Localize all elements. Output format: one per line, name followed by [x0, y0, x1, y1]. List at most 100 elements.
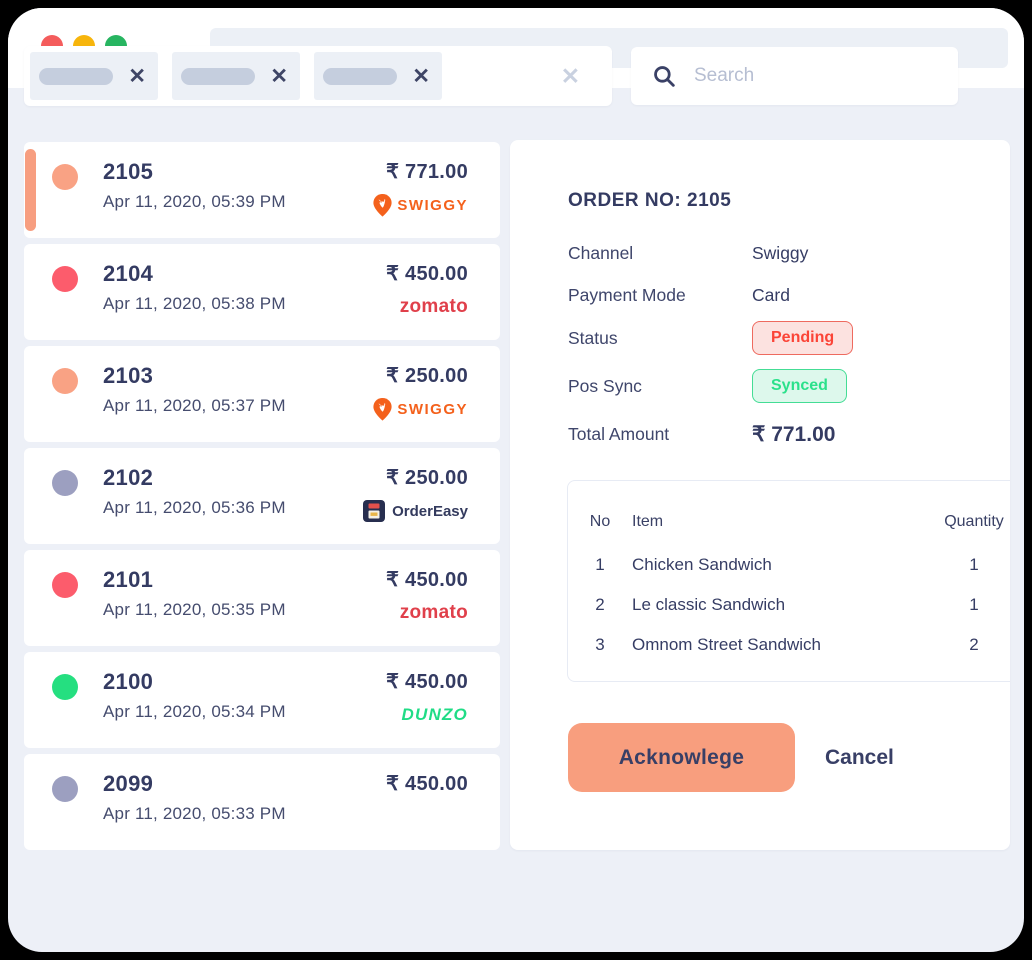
- remove-filter-icon[interactable]: ✕: [270, 66, 288, 87]
- field-channel: Channel Swiggy: [568, 239, 968, 267]
- order-number: 2102: [103, 465, 286, 491]
- ordereasy-wordmark: OrderEasy: [392, 503, 468, 520]
- dunzo-logo: DUNZO: [386, 703, 468, 727]
- item-name: Chicken Sandwich: [632, 555, 922, 575]
- order-status-dot: [52, 266, 78, 292]
- item-no: 3: [568, 635, 632, 655]
- order-number: 2105: [103, 159, 286, 185]
- order-amount: ₹ 450.00: [386, 567, 468, 592]
- item-name: Omnom Street Sandwich: [632, 635, 922, 655]
- order-datetime: Apr 11, 2020, 05:34 PM: [103, 702, 286, 722]
- order-detail-fields: Channel Swiggy Payment Mode Card Status …: [568, 239, 968, 449]
- order-list-item[interactable]: 2105 Apr 11, 2020, 05:39 PM ₹ 771.00 SWI…: [24, 142, 500, 238]
- order-datetime: Apr 11, 2020, 05:38 PM: [103, 294, 286, 314]
- field-label: Payment Mode: [568, 285, 752, 306]
- filter-chip[interactable]: ✕: [314, 52, 442, 100]
- no-channel-logo: [386, 805, 468, 829]
- field-payment-mode: Payment Mode Card: [568, 281, 968, 309]
- search-input[interactable]: [694, 65, 944, 87]
- swiggy-logo: SWIGGY: [373, 193, 468, 217]
- order-number: 2099: [103, 771, 286, 797]
- order-detail-title: ORDER NO: 2105: [568, 190, 731, 212]
- order-status-dot: [52, 572, 78, 598]
- field-label: Channel: [568, 243, 752, 264]
- swiggy-wordmark: SWIGGY: [397, 197, 468, 214]
- field-pos-sync: Pos Sync Synced: [568, 369, 968, 403]
- status-pending-badge: Pending: [752, 321, 853, 355]
- cancel-button[interactable]: Cancel: [825, 746, 894, 770]
- filter-chip-label-placeholder: [323, 68, 397, 85]
- item-quantity: 1: [922, 595, 1010, 615]
- order-amount: ₹ 450.00: [386, 261, 468, 286]
- order-list-item[interactable]: 2099 Apr 11, 2020, 05:33 PM ₹ 450.00: [24, 754, 500, 850]
- items-table-header: No Item Quantity: [568, 505, 1010, 539]
- table-row: 2 Le classic Sandwich 1: [568, 585, 1010, 625]
- order-number: 2100: [103, 669, 286, 695]
- filter-chip-label-placeholder: [39, 68, 113, 85]
- col-header-item: Item: [632, 513, 922, 531]
- field-total-amount: Total Amount ₹ 771.00: [568, 419, 968, 449]
- field-status: Status Pending: [568, 321, 968, 355]
- swiggy-wordmark: SWIGGY: [397, 401, 468, 418]
- zomato-wordmark: zomato: [400, 602, 468, 624]
- order-amount: ₹ 771.00: [373, 159, 468, 184]
- order-amount: ₹ 250.00: [363, 465, 468, 490]
- search-icon: [651, 63, 677, 89]
- remove-filter-icon[interactable]: ✕: [412, 66, 430, 87]
- item-no: 2: [568, 595, 632, 615]
- order-number: 2101: [103, 567, 286, 593]
- item-quantity: 2: [922, 635, 1010, 655]
- ordereasy-machine-icon: [363, 500, 385, 522]
- acknowledge-button[interactable]: Acknowlege: [568, 723, 795, 792]
- col-header-no: No: [568, 513, 632, 531]
- col-header-quantity: Quantity: [922, 513, 1010, 531]
- order-amount: ₹ 250.00: [373, 363, 468, 388]
- order-datetime: Apr 11, 2020, 05:33 PM: [103, 804, 286, 824]
- order-amount: ₹ 450.00: [386, 771, 468, 796]
- swiggy-logo: SWIGGY: [373, 397, 468, 421]
- order-list-item[interactable]: 2100 Apr 11, 2020, 05:34 PM ₹ 450.00 DUN…: [24, 652, 500, 748]
- order-list-item[interactable]: 2104 Apr 11, 2020, 05:38 PM ₹ 450.00 zom…: [24, 244, 500, 340]
- order-status-dot: [52, 674, 78, 700]
- item-quantity: 1: [922, 555, 1010, 575]
- order-number: 2104: [103, 261, 286, 287]
- order-number: 2103: [103, 363, 286, 389]
- order-status-dot: [52, 368, 78, 394]
- order-list: 2105 Apr 11, 2020, 05:39 PM ₹ 771.00 SWI…: [24, 142, 500, 850]
- dunzo-wordmark: DUNZO: [402, 705, 468, 725]
- total-amount-value: ₹ 771.00: [752, 422, 835, 447]
- order-list-item[interactable]: 2101 Apr 11, 2020, 05:35 PM ₹ 450.00 zom…: [24, 550, 500, 646]
- field-label: Status: [568, 328, 752, 349]
- clear-all-filters-icon[interactable]: ✕: [561, 65, 580, 88]
- zomato-logo: zomato: [386, 601, 468, 625]
- field-value: Swiggy: [752, 243, 808, 264]
- zomato-logo: zomato: [386, 295, 468, 319]
- order-status-dot: [52, 776, 78, 802]
- swiggy-pin-icon: [373, 398, 392, 421]
- order-status-dot: [52, 164, 78, 190]
- order-status-dot: [52, 470, 78, 496]
- order-datetime: Apr 11, 2020, 05:35 PM: [103, 600, 286, 620]
- remove-filter-icon[interactable]: ✕: [128, 66, 146, 87]
- table-row: 3 Omnom Street Sandwich 2: [568, 625, 1010, 665]
- order-datetime: Apr 11, 2020, 05:37 PM: [103, 396, 286, 416]
- order-actions: Acknowlege Cancel: [568, 723, 894, 792]
- order-list-item[interactable]: 2102 Apr 11, 2020, 05:36 PM ₹ 250.00 Ord…: [24, 448, 500, 544]
- field-value: Card: [752, 285, 790, 306]
- order-datetime: Apr 11, 2020, 05:39 PM: [103, 192, 286, 212]
- filter-chips-bar: ✕ ✕ ✕ ✕: [24, 46, 612, 106]
- swiggy-pin-icon: [373, 194, 392, 217]
- browser-window: ✕ ✕ ✕ ✕ 2105 Apr 11, 2020, 05:39 PM ₹ 77…: [8, 8, 1024, 952]
- filter-chip[interactable]: ✕: [30, 52, 158, 100]
- search-box: [631, 47, 958, 105]
- order-detail-panel: ORDER NO: 2105 Channel Swiggy Payment Mo…: [510, 140, 1010, 850]
- item-name: Le classic Sandwich: [632, 595, 922, 615]
- filter-chip-label-placeholder: [181, 68, 255, 85]
- order-list-item[interactable]: 2103 Apr 11, 2020, 05:37 PM ₹ 250.00 SWI…: [24, 346, 500, 442]
- table-row: 1 Chicken Sandwich 1: [568, 545, 1010, 585]
- filter-chip[interactable]: ✕: [172, 52, 300, 100]
- ordereasy-logo: OrderEasy: [363, 499, 468, 523]
- order-datetime: Apr 11, 2020, 05:36 PM: [103, 498, 286, 518]
- item-no: 1: [568, 555, 632, 575]
- zomato-wordmark: zomato: [400, 296, 468, 318]
